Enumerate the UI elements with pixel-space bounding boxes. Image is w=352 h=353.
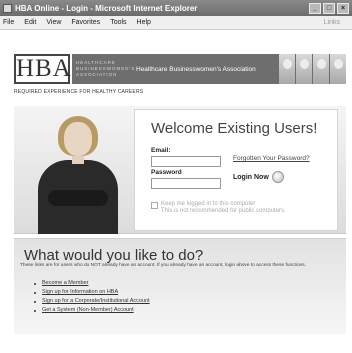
forgot-password-link[interactable]: Forgotten Your Password? xyxy=(233,155,310,162)
logo-subtitle: HEALTHCARE BUSINESSWOMEN'S ASSOCIATION xyxy=(72,60,134,78)
password-label: Password xyxy=(151,169,182,176)
signup-info-link[interactable]: Sign up for Information on HBA xyxy=(42,288,118,297)
close-button[interactable]: × xyxy=(337,2,349,14)
minimize-button[interactable]: _ xyxy=(309,2,321,14)
bullet-icon xyxy=(34,300,36,303)
site-tagline: REQUIRED EXPERIENCE FOR HEALTHY CAREERS xyxy=(14,89,144,95)
bullet-icon xyxy=(34,291,36,294)
login-form: Welcome Existing Users! Email: Password … xyxy=(134,109,338,231)
window-controls: _ □ × xyxy=(309,2,349,14)
page-content: HBA HEALTHCARE BUSINESSWOMEN'S ASSOCIATI… xyxy=(0,31,352,353)
header-strip: HEALTHCARE BUSINESSWOMEN'S ASSOCIATION H… xyxy=(72,54,346,84)
logo-sub-line: ASSOCIATION xyxy=(76,72,118,77)
what-to-do-heading: What would you like to do? xyxy=(24,247,204,264)
header-photos xyxy=(279,54,346,84)
login-section: Welcome Existing Users! Email: Password … xyxy=(14,106,346,234)
menu-tools[interactable]: Tools xyxy=(110,19,126,26)
businesswoman-photo xyxy=(34,112,122,234)
become-member-link[interactable]: Become a Member xyxy=(42,279,88,288)
window-title: HBA Online - Login - Microsoft Internet … xyxy=(15,3,198,13)
welcome-heading: Welcome Existing Users! xyxy=(151,120,318,137)
login-now-button[interactable]: Login Now xyxy=(233,171,284,183)
menu-edit[interactable]: Edit xyxy=(24,19,36,26)
keep-logged-in-row: Keep me logged in to this computer This … xyxy=(151,201,286,215)
menu-help[interactable]: Help xyxy=(137,19,151,26)
header-photo xyxy=(296,54,312,84)
corporate-account-link[interactable]: Sign up for a Corporate/Institutional Ac… xyxy=(42,297,150,306)
maximize-button[interactable]: □ xyxy=(323,2,335,14)
keep-logged-in-checkbox[interactable] xyxy=(151,202,158,209)
bullet-icon xyxy=(34,282,36,285)
email-field[interactable] xyxy=(151,156,221,167)
system-account-link[interactable]: Get a System (Non-Member) Account xyxy=(42,306,134,315)
menu-favorites[interactable]: Favorites xyxy=(71,19,100,26)
links-toolbar[interactable]: Links xyxy=(324,19,340,26)
menu-bar: File Edit View Favorites Tools Help Link… xyxy=(0,16,352,30)
header-photo xyxy=(330,54,346,84)
go-arrow-icon[interactable] xyxy=(271,171,284,183)
email-label: Email: xyxy=(151,147,171,154)
password-field[interactable] xyxy=(151,178,221,189)
header-photo xyxy=(279,54,295,84)
keep-logged-in-label: Keep me logged in to this computer xyxy=(161,201,256,207)
what-to-do-section: What would you like to do? These links a… xyxy=(14,238,346,334)
list-item: Become a Member xyxy=(34,279,150,288)
menu-view[interactable]: View xyxy=(46,19,61,26)
list-item: Sign up for a Corporate/Institutional Ac… xyxy=(34,297,150,306)
login-now-label: Login Now xyxy=(233,173,269,181)
window-titlebar: HBA Online - Login - Microsoft Internet … xyxy=(0,0,352,16)
hba-logo[interactable]: HBA xyxy=(14,54,71,84)
what-to-do-description: These links are for users who do NOT alr… xyxy=(20,263,307,268)
bullet-icon xyxy=(34,309,36,312)
ie-app-icon xyxy=(3,3,12,13)
header-photo xyxy=(313,54,329,84)
keep-logged-in-note: This is not recommended for public compu… xyxy=(161,208,286,214)
menu-file[interactable]: File xyxy=(3,19,14,26)
list-item: Get a System (Non-Member) Account xyxy=(34,306,150,315)
list-item: Sign up for Information on HBA xyxy=(34,288,150,297)
association-name: Healthcare Businesswomen's Association xyxy=(136,65,256,73)
site-header: HBA HEALTHCARE BUSINESSWOMEN'S ASSOCIATI… xyxy=(14,51,346,87)
account-links-list: Become a Member Sign up for Information … xyxy=(34,279,150,315)
